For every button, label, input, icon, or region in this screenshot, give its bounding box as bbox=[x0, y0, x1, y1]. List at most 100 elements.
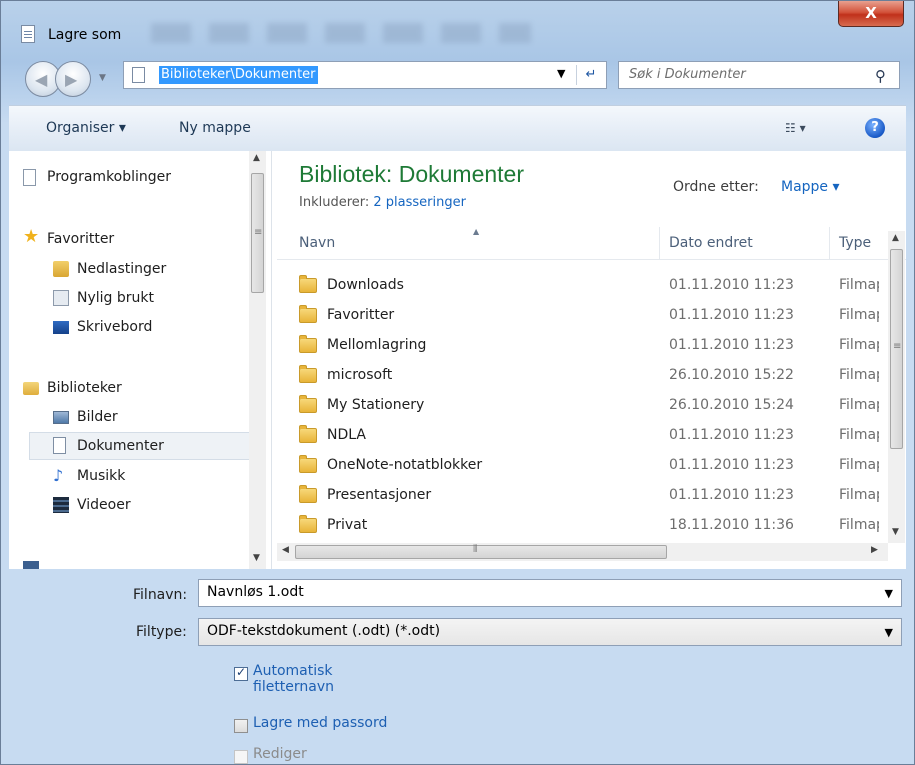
help-icon[interactable]: ? bbox=[865, 118, 885, 138]
sidebar-item-skrivebord[interactable]: Skrivebord bbox=[53, 313, 153, 341]
filetype-label: Filtype: bbox=[136, 624, 187, 640]
file-date: 01.11.2010 11:23 bbox=[669, 307, 794, 323]
library-title: Bibliotek: Dokumenter bbox=[299, 161, 524, 187]
search-icon[interactable]: ⚲ bbox=[875, 67, 886, 85]
title-bar[interactable]: Lagre som X bbox=[1, 1, 914, 51]
refresh-button[interactable]: ↵ bbox=[576, 65, 605, 85]
file-row[interactable]: OneNote-notatblokker 01.11.2010 11:23 Fi… bbox=[277, 451, 887, 481]
scroll-right-icon[interactable]: ▶ bbox=[871, 545, 878, 555]
file-date: 26.10.2010 15:24 bbox=[669, 397, 794, 413]
filetype-value: ODF-tekstdokument (.odt) (*.odt) bbox=[207, 623, 441, 639]
scroll-left-icon[interactable]: ◀ bbox=[282, 545, 289, 555]
auto-extension-label-line2: filetternavn bbox=[253, 679, 335, 695]
sidebar-item-videoer[interactable]: Videoer bbox=[53, 491, 131, 519]
scroll-up-icon[interactable]: ▲ bbox=[253, 153, 260, 163]
new-folder-button[interactable]: Ny mappe bbox=[179, 120, 251, 136]
recent-pages-dropdown[interactable]: ▼ bbox=[99, 73, 106, 83]
file-row[interactable]: Mellomlagring 01.11.2010 11:23 Filmappe bbox=[277, 331, 887, 361]
navigation-scrollbar[interactable]: ▲ ≡ ▼ bbox=[249, 151, 266, 569]
sidebar-item-label: Videoer bbox=[77, 497, 131, 513]
sidebar-item-programkoblinger[interactable]: Programkoblinger bbox=[23, 163, 171, 191]
shortcut-icon bbox=[23, 169, 36, 186]
search-input[interactable]: Søk i Dokumenter ⚲ bbox=[618, 61, 900, 89]
library-includes: Inkluderer: 2 plasseringer bbox=[299, 195, 466, 210]
column-divider[interactable] bbox=[659, 227, 660, 259]
library-icon bbox=[23, 382, 39, 395]
save-with-password-label[interactable]: Lagre med passord bbox=[253, 715, 387, 731]
arrange-by-dropdown[interactable]: Mappe ▾ bbox=[781, 179, 840, 195]
filename-field[interactable]: Navnløs 1.odt ▼ bbox=[198, 579, 902, 607]
file-type: Filmappe bbox=[839, 427, 879, 443]
folder-icon bbox=[299, 395, 317, 413]
column-header-name[interactable]: Navn bbox=[299, 235, 335, 251]
save-with-password-checkbox[interactable] bbox=[234, 719, 248, 733]
sidebar-item-label: Skrivebord bbox=[77, 319, 153, 335]
file-row[interactable]: Privat 18.11.2010 11:36 Filmappe bbox=[277, 511, 887, 541]
folder-icon bbox=[299, 365, 317, 383]
column-headers: ▲ Navn Dato endret Type bbox=[277, 227, 906, 260]
documents-icon bbox=[53, 437, 66, 454]
file-row[interactable]: NDLA 01.11.2010 11:23 Filmappe bbox=[277, 421, 887, 451]
scroll-thumb[interactable] bbox=[295, 545, 667, 559]
sidebar-item-label: Nylig brukt bbox=[77, 290, 154, 306]
file-row[interactable]: Favoritter 01.11.2010 11:23 Filmappe bbox=[277, 301, 887, 331]
file-list-pane: Bibliotek: Dokumenter Inkluderer: 2 plas… bbox=[277, 151, 906, 569]
address-bar[interactable]: Biblioteker\Dokumenter ▼ ↵ bbox=[123, 61, 607, 89]
column-divider[interactable] bbox=[829, 227, 830, 259]
sidebar-item-nylig-brukt[interactable]: Nylig brukt bbox=[53, 284, 154, 312]
file-date: 01.11.2010 11:23 bbox=[669, 337, 794, 353]
sidebar-item-label: Favoritter bbox=[47, 231, 115, 247]
file-row[interactable]: Downloads 01.11.2010 11:23 Filmappe bbox=[277, 271, 887, 301]
file-date: 01.11.2010 11:23 bbox=[669, 487, 794, 503]
sidebar-item-dokumenter[interactable]: Dokumenter bbox=[53, 432, 164, 460]
scroll-up-icon[interactable]: ▲ bbox=[892, 233, 899, 243]
file-name: NDLA bbox=[327, 427, 366, 443]
file-row[interactable]: Presentasjoner 01.11.2010 11:23 Filmappe bbox=[277, 481, 887, 511]
sidebar-item-biblioteker[interactable]: Biblioteker bbox=[23, 374, 122, 402]
file-list-horizontal-scrollbar[interactable]: ◀ ⦀ ▶ bbox=[277, 543, 888, 561]
navigation-pane: Programkoblinger ★ Favoritter Nedlasting… bbox=[9, 151, 272, 569]
desktop-icon bbox=[53, 321, 69, 334]
file-date: 01.11.2010 11:23 bbox=[669, 427, 794, 443]
filetype-select[interactable]: ODF-tekstdokument (.odt) (*.odt) ▼ bbox=[198, 618, 902, 646]
file-type: Filmappe bbox=[839, 307, 879, 323]
scroll-grip-icon: ≡ bbox=[893, 341, 902, 352]
file-type: Filmappe bbox=[839, 367, 879, 383]
scroll-down-icon[interactable]: ▼ bbox=[253, 553, 260, 563]
sidebar-item-musikk[interactable]: ♪ Musikk bbox=[53, 462, 126, 490]
document-icon bbox=[21, 25, 35, 43]
column-header-date[interactable]: Dato endret bbox=[669, 235, 753, 251]
folder-icon bbox=[299, 485, 317, 503]
sidebar-item-nedlastinger[interactable]: Nedlastinger bbox=[53, 255, 166, 283]
file-name: Favoritter bbox=[327, 307, 395, 323]
scroll-down-icon[interactable]: ▼ bbox=[892, 527, 899, 537]
file-row[interactable]: microsoft 26.10.2010 15:22 Filmappe bbox=[277, 361, 887, 391]
close-button[interactable]: X bbox=[838, 1, 904, 27]
save-as-dialog: Lagre som X ◀ ▶ ▼ Biblioteker\Dokumenter… bbox=[0, 0, 915, 765]
file-row[interactable]: My Stationery 26.10.2010 15:24 Filmappe bbox=[277, 391, 887, 421]
videos-icon bbox=[53, 497, 69, 513]
column-header-type[interactable]: Type bbox=[839, 235, 871, 251]
chevron-down-icon[interactable]: ▼ bbox=[885, 587, 893, 600]
forward-arrow-icon: ▶ bbox=[65, 70, 78, 89]
music-icon: ♪ bbox=[53, 466, 64, 485]
organize-button[interactable]: Organiser ▾ bbox=[46, 120, 126, 136]
forward-button[interactable]: ▶ bbox=[55, 61, 91, 97]
sidebar-item-favoritter[interactable]: ★ Favoritter bbox=[23, 225, 115, 253]
chevron-down-icon[interactable]: ▼ bbox=[885, 626, 893, 639]
sidebar-item-label: Musikk bbox=[77, 468, 126, 484]
file-list-vertical-scrollbar[interactable]: ▲ ≡ ▼ bbox=[888, 231, 905, 543]
address-dropdown-icon[interactable]: ▼ bbox=[557, 67, 565, 80]
view-options-icon[interactable]: ☷ ▾ bbox=[785, 121, 806, 135]
command-toolbar: Organiser ▾ Ny mappe ☷ ▾ ? bbox=[9, 105, 906, 152]
address-path[interactable]: Biblioteker\Dokumenter bbox=[159, 66, 318, 84]
includes-locations-link[interactable]: 2 plasseringer bbox=[373, 195, 466, 210]
folder-icon bbox=[299, 335, 317, 353]
sidebar-item-label: Biblioteker bbox=[47, 380, 122, 396]
back-arrow-icon: ◀ bbox=[35, 70, 48, 89]
auto-extension-checkbox[interactable] bbox=[234, 665, 248, 681]
file-name: OneNote-notatblokker bbox=[327, 457, 483, 473]
file-type: Filmappe bbox=[839, 337, 879, 353]
sidebar-item-bilder[interactable]: Bilder bbox=[53, 403, 118, 431]
auto-extension-label[interactable]: Automatisk filetternavn bbox=[253, 663, 334, 695]
